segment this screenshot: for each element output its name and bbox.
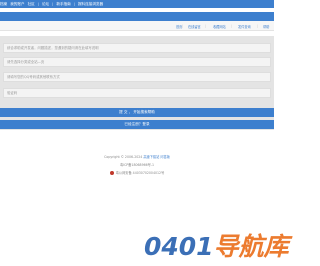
sub-nav-bar: 首页 | 在线留言 | 收藏网站 | 发件查询 | 帮助	[0, 21, 274, 31]
nav-item-forum[interactable]: 论坛	[42, 2, 49, 7]
sub-nav-divider: |	[205, 23, 207, 28]
login-button[interactable]: 已经注册？登录	[0, 120, 274, 129]
site-watermark-logo: 0401导航库	[144, 232, 289, 266]
search-form: 综合求助或开发者，问题描述，您遇到的疑问请在此填写说明 请先选择分类或全站—页 …	[0, 36, 274, 130]
category-input[interactable]: 请先选择分类或全站—页	[3, 57, 271, 67]
watermark-number: 0401	[144, 232, 214, 261]
footer-link-download[interactable]: 高速下载站	[143, 155, 159, 159]
footer-link-qa[interactable]: 问答版	[160, 155, 170, 159]
submit-button[interactable]: 提 交 ， 开始搜索帮助	[0, 108, 274, 117]
footer-copyright-line: Copyright © 2006-2024 高速下载站 问答版	[0, 154, 274, 159]
sub-nav-divider: |	[257, 23, 259, 28]
watermark-text: 导航库	[213, 232, 289, 261]
nav-item-my-account[interactable]: 我的账户	[10, 2, 24, 7]
nav-separator: |	[52, 2, 54, 6]
sub-nav-message[interactable]: 在线留言	[188, 24, 201, 29]
sub-nav-divider: |	[231, 23, 233, 28]
captcha-input[interactable]: 验证码	[3, 88, 271, 98]
nav-item-archive[interactable]: 档案	[0, 2, 7, 7]
nav-separator: |	[37, 2, 39, 6]
nav-item-community[interactable]: 社区	[28, 2, 35, 7]
sub-nav-divider: |	[182, 23, 184, 28]
sub-nav-favorite[interactable]: 收藏网站	[213, 24, 226, 29]
nav-item-browser-link[interactable]: 报料连接浏览器	[78, 2, 103, 7]
copyright-text: Copyright © 2006-2024	[104, 155, 143, 159]
description-input[interactable]: 综合求助或开发者，问题描述，您遇到的疑问请在此填写说明	[3, 43, 271, 53]
police-record-text[interactable]: 粤公网安备 44030702004012号	[116, 171, 165, 175]
nav-separator: |	[73, 2, 75, 6]
sub-nav-query[interactable]: 发件查询	[238, 24, 251, 29]
sub-nav-help[interactable]: 帮助	[263, 24, 269, 29]
icp-line[interactable]: 粤ICP备18068966号-1	[0, 162, 274, 167]
header-banner	[0, 12, 274, 21]
police-badge-icon	[109, 171, 114, 175]
contact-input[interactable]: 请填写您的QQ号码或其他联系方式	[3, 72, 271, 82]
police-line: 粤公网安备 44030702004012号	[0, 170, 274, 175]
nav-item-newbie-guide[interactable]: 新手指南	[56, 2, 70, 7]
top-nav-bar: 档案 我的账户 社区 | 论坛 | 新手指南 | 报料连接浏览器	[0, 0, 274, 8]
